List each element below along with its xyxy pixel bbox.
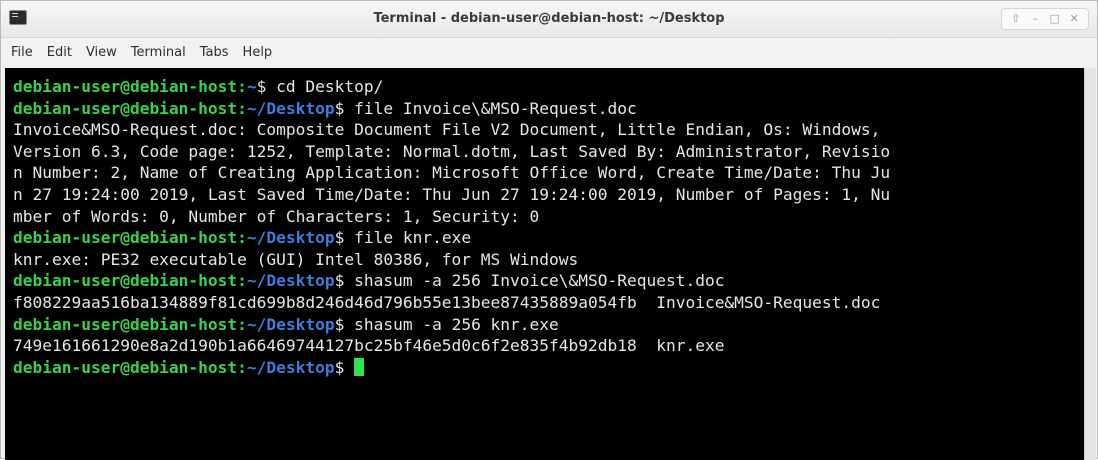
prompt-path: ~/Desktop: [246, 271, 335, 291]
terminal-output[interactable]: debian-user@debian-host:~$ cd Desktop/de…: [5, 68, 1084, 460]
output-line: f808229aa516ba134889f81cd699b8d246d46d79…: [13, 292, 881, 312]
command-text: $ cd Desktop/: [256, 77, 384, 96]
terminal-cursor: [354, 357, 365, 376]
prompt-path: ~/Desktop: [246, 314, 335, 334]
prompt-line: debian-user@debian-host:~/Desktop$ file …: [13, 227, 1084, 249]
prompt-line: debian-user@debian-host:~/Desktop$ shasu…: [13, 270, 1084, 292]
prompt-user-host: debian-user@debian-host:: [13, 228, 247, 248]
menu-help[interactable]: Help: [236, 38, 280, 68]
prompt-path: ~/Desktop: [246, 228, 335, 248]
up-arrow-icon[interactable]: ⇧: [1008, 11, 1024, 27]
prompt-path: ~/Desktop: [246, 98, 335, 118]
menu-bar: File Edit View Terminal Tabs Help: [1, 38, 1097, 68]
prompt-user-host: debian-user@debian-host:: [13, 357, 247, 377]
close-icon[interactable]: ✕: [1066, 11, 1082, 27]
terminal-window: Terminal - debian-user@debian-host: ~/De…: [0, 0, 1098, 460]
output-line: n 27 19:24:00 2019, Last Saved Time/Date…: [13, 184, 891, 204]
prompt-user-host: debian-user@debian-host:: [13, 98, 247, 118]
prompt-line: debian-user@debian-host:~/Desktop$ file …: [13, 98, 1084, 120]
window-title: Terminal - debian-user@debian-host: ~/De…: [373, 11, 725, 26]
terminal-scrollbar[interactable]: [1084, 68, 1096, 460]
output-line: Invoice&MSO-Request.doc: Composite Docum…: [13, 120, 881, 140]
command-text: $ file knr.exe: [334, 228, 472, 248]
prompt-path: ~/Desktop: [246, 357, 335, 377]
menu-tabs[interactable]: Tabs: [193, 38, 236, 68]
menu-terminal[interactable]: Terminal: [124, 38, 193, 68]
title-bar[interactable]: Terminal - debian-user@debian-host: ~/De…: [1, 1, 1097, 38]
command-text: $: [334, 357, 355, 377]
prompt-line: debian-user@debian-host:~/Desktop$: [13, 357, 1084, 379]
prompt-path: ~: [246, 77, 257, 96]
output-line: Version 6.3, Code page: 1252, Template: …: [13, 141, 891, 161]
prompt-user-host: debian-user@debian-host:: [13, 314, 247, 334]
output-line: 749e161661290e8a2d190b1a66469744127bc25b…: [13, 336, 725, 356]
menu-file[interactable]: File: [1, 38, 40, 68]
command-text: $ shasum -a 256 knr.exe: [334, 314, 559, 334]
menu-edit[interactable]: Edit: [40, 38, 79, 68]
output-line: n Number: 2, Name of Creating Applicatio…: [13, 163, 891, 183]
prompt-user-host: debian-user@debian-host:: [13, 77, 247, 96]
output-line: knr.exe: PE32 executable (GUI) Intel 803…: [13, 249, 579, 269]
menu-view[interactable]: View: [79, 38, 124, 68]
command-text: $ file Invoice\&MSO-Request.doc: [334, 98, 637, 118]
prompt-user-host: debian-user@debian-host:: [13, 271, 247, 291]
maximize-icon[interactable]: □: [1047, 11, 1063, 27]
command-text: $ shasum -a 256 Invoice\&MSO-Request.doc: [334, 271, 725, 291]
prompt-line: debian-user@debian-host:~/Desktop$ shasu…: [13, 314, 1084, 336]
minimize-icon[interactable]: –: [1027, 11, 1043, 27]
prompt-line: debian-user@debian-host:~$ cd Desktop/: [13, 76, 1084, 98]
output-line: mber of Words: 0, Number of Characters: …: [13, 206, 540, 226]
window-controls: ⇧ – □ ✕: [1001, 8, 1089, 30]
